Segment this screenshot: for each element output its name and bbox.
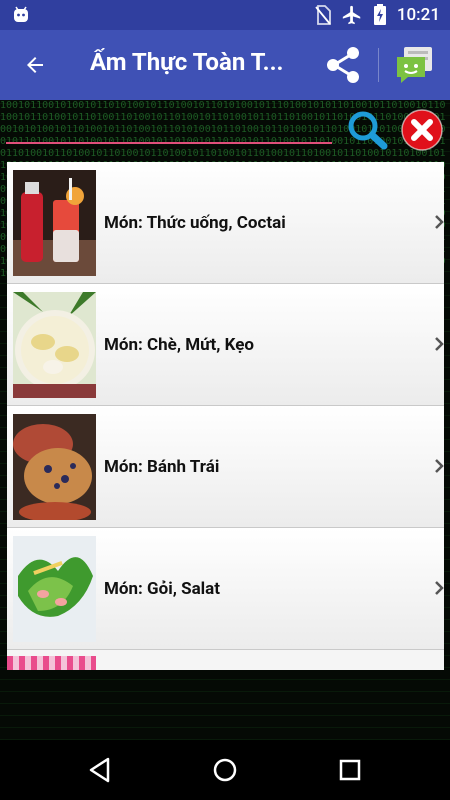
page-title: Ẩm Thực Toàn T... [90, 48, 284, 76]
clear-button[interactable] [400, 108, 444, 152]
status-bar: 10:21 [0, 0, 450, 30]
home-nav-button[interactable] [207, 752, 243, 788]
search-icon [348, 111, 388, 150]
next-item-thumbnail-peek [7, 656, 96, 670]
list-item-label: Món: Chè, Mứt, Kẹo [104, 334, 254, 355]
navigation-bar [0, 740, 450, 800]
app-bar-divider [378, 48, 379, 82]
app-bar: Ẩm Thực Toàn T... [0, 30, 450, 100]
android-notification-icon [14, 6, 28, 22]
list-item[interactable]: Món: Gỏi, Salat [7, 528, 444, 650]
share-icon [327, 47, 359, 83]
share-button[interactable] [318, 42, 368, 88]
cocktail-drinks-image [13, 170, 96, 276]
list-item-label: Món: Gỏi, Salat [104, 578, 221, 599]
search-input[interactable] [6, 110, 332, 144]
search-button[interactable] [344, 108, 390, 152]
list-item[interactable]: Món: Chè, Mứt, Kẹo [7, 284, 444, 406]
airplane-mode-icon [342, 5, 361, 25]
chevron-right-icon [435, 581, 444, 595]
no-sim-icon [315, 5, 331, 25]
chat-button[interactable] [392, 42, 438, 88]
list-item[interactable]: Món: Bánh Trái [7, 406, 444, 528]
status-time: 10:21 [396, 5, 440, 25]
chevron-right-icon [435, 459, 444, 473]
square-recents-icon [339, 759, 361, 781]
sweet-soup-bowl-image [13, 292, 96, 398]
chevron-right-icon [435, 215, 444, 229]
circle-home-icon [213, 758, 237, 782]
chat-bubble-icon [397, 47, 432, 83]
chevron-right-icon [435, 337, 444, 351]
back-button[interactable] [14, 44, 56, 86]
battery-charging-icon [373, 4, 386, 25]
category-list: Món: Thức uống, Coctai Món: Chè, Mứt, Kẹ… [7, 162, 444, 670]
muffins-image [13, 414, 96, 520]
triangle-back-icon [89, 757, 110, 783]
recents-nav-button[interactable] [332, 752, 368, 788]
back-nav-button[interactable] [82, 752, 118, 788]
list-item-label: Món: Thức uống, Coctai [104, 212, 286, 233]
arrow-back-icon [27, 57, 43, 73]
close-icon [401, 109, 443, 151]
salad-image [13, 536, 96, 642]
list-item[interactable]: Món: Thức uống, Coctai [7, 162, 444, 284]
list-item-label: Món: Bánh Trái [104, 456, 220, 477]
